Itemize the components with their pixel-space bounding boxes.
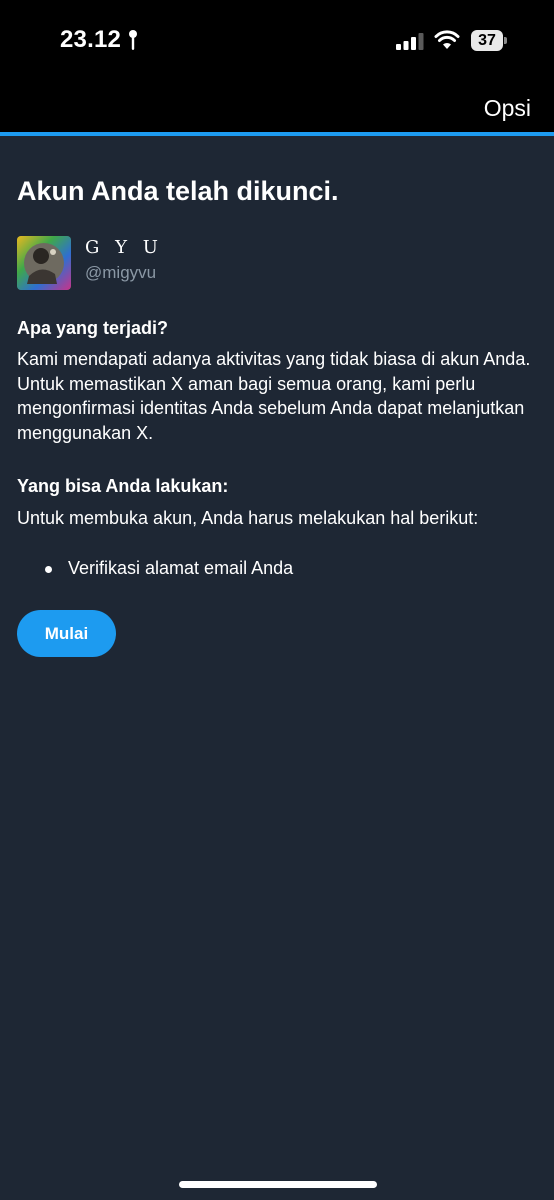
what-happened-heading: Apa yang terjadi?	[17, 318, 169, 338]
account-display-name: G Y U	[85, 237, 163, 258]
what-you-can-do-text: Untuk membuka akun, Anda harus melakukan…	[17, 508, 479, 528]
options-button[interactable]: Opsi	[484, 95, 531, 122]
what-happened-text: Kami mendapati adanya aktivitas yang tid…	[17, 349, 531, 443]
status-time: 23.12	[60, 26, 122, 53]
start-button[interactable]: Mulai	[17, 610, 116, 657]
what-you-can-do-heading: Yang bisa Anda lakukan:	[17, 476, 229, 496]
home-indicator[interactable]	[179, 1181, 377, 1188]
avatar	[17, 236, 71, 290]
step-label: Verifikasi alamat email Anda	[68, 558, 294, 578]
bullet-icon	[45, 566, 52, 573]
status-bar: 23.12 37	[0, 0, 554, 84]
list-item: Verifikasi alamat email Anda	[17, 558, 293, 579]
battery-icon: 37	[471, 30, 507, 51]
account-handle: @migyvu	[85, 263, 157, 282]
battery-level: 37	[478, 32, 496, 49]
avatar-image	[17, 236, 71, 290]
location-pin-icon	[129, 30, 137, 50]
top-nav: Opsi	[0, 84, 554, 132]
steps-list: Verifikasi alamat email Anda	[17, 558, 293, 579]
wifi-icon	[434, 30, 460, 49]
accent-divider	[0, 132, 554, 136]
signal-icon	[396, 33, 424, 50]
page-title: Akun Anda telah dikunci.	[17, 176, 339, 206]
